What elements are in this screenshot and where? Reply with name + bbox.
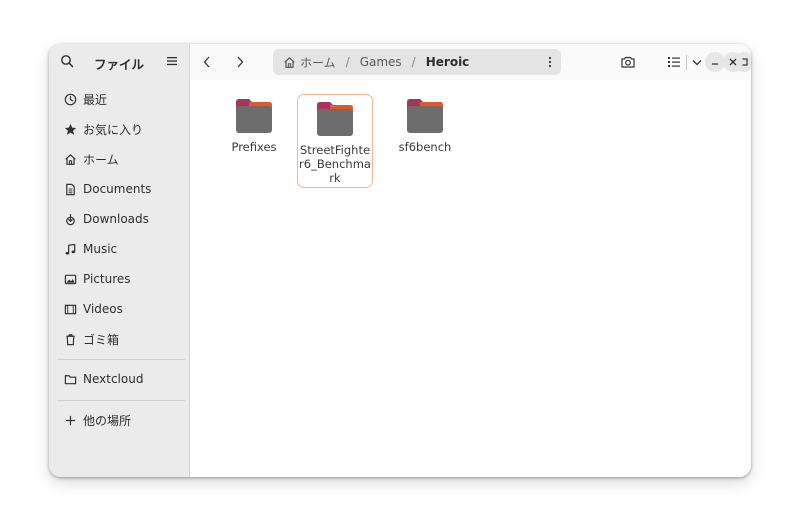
minimize-button[interactable] xyxy=(705,52,725,72)
sidebar-item-favorites[interactable]: お気に入り xyxy=(57,116,183,142)
download-icon xyxy=(63,212,77,226)
path-bar: ホーム / Games / Heroic xyxy=(273,49,561,75)
sidebar-item-pictures[interactable]: Pictures xyxy=(57,266,183,292)
sidebar-item-videos[interactable]: Videos xyxy=(57,296,183,322)
sidebar-item-label: ホーム xyxy=(83,152,119,167)
file-name: sf6bench xyxy=(398,140,452,154)
home-icon xyxy=(63,152,77,166)
file-manager-window: ファイル 最近 お気に入り ホーム Documents Downloads Mu… xyxy=(49,44,751,477)
sidebar-item-label: Nextcloud xyxy=(83,372,144,386)
breadcrumb-current[interactable]: Heroic xyxy=(426,55,470,69)
folder-icon xyxy=(63,372,77,386)
star-icon xyxy=(63,122,77,136)
sidebar-item-label: Downloads xyxy=(83,212,149,226)
sidebar-item-label: Documents xyxy=(83,182,152,196)
file-name: StreetFighter6_Benchmark xyxy=(299,143,371,185)
search-files-button[interactable] xyxy=(617,51,639,73)
hamburger-menu-icon[interactable] xyxy=(164,53,180,69)
breadcrumb-home[interactable]: ホーム xyxy=(283,54,336,71)
sidebar-item-downloads[interactable]: Downloads xyxy=(57,206,183,232)
app-title: ファイル xyxy=(93,57,144,72)
folder-icon xyxy=(406,98,444,134)
close-button[interactable] xyxy=(723,52,743,72)
forward-button[interactable] xyxy=(229,51,251,73)
toolbar: ホーム / Games / Heroic xyxy=(190,44,751,80)
sidebar-item-label: Videos xyxy=(83,302,123,316)
more-options-icon[interactable] xyxy=(547,54,553,70)
clock-icon xyxy=(63,92,77,106)
sidebar-item-label: Music xyxy=(83,242,118,256)
breadcrumb-label: ホーム xyxy=(300,55,336,70)
list-view-button[interactable] xyxy=(663,51,685,73)
sidebar-item-other-locations[interactable]: 他の場所 xyxy=(57,407,183,433)
sidebar-item-label: 他の場所 xyxy=(83,413,132,428)
file-item[interactable]: sf6bench xyxy=(387,92,463,186)
breadcrumb-separator: / xyxy=(345,55,350,69)
sidebar-item-label: ゴミ箱 xyxy=(83,332,120,347)
music-icon xyxy=(63,242,77,256)
sidebar-item-music[interactable]: Music xyxy=(57,236,183,262)
back-button[interactable] xyxy=(196,51,218,73)
sidebar-item-recent[interactable]: 最近 xyxy=(57,86,183,112)
sidebar-item-label: Pictures xyxy=(83,272,131,286)
document-icon xyxy=(63,182,77,196)
sidebar-item-nextcloud[interactable]: Nextcloud xyxy=(57,366,183,392)
file-item[interactable]: Prefixes xyxy=(216,92,292,186)
picture-icon xyxy=(63,272,77,286)
sidebar-item-trash[interactable]: ゴミ箱 xyxy=(57,326,183,352)
sidebar-item-label: お気に入り xyxy=(83,122,144,137)
plus-icon xyxy=(63,413,77,427)
sidebar-item-label: 最近 xyxy=(83,92,108,107)
main-content: ホーム / Games / Heroic Prefixes StreetFigh… xyxy=(190,44,751,477)
search-icon[interactable] xyxy=(59,53,75,69)
sidebar-item-home[interactable]: ホーム xyxy=(57,146,183,172)
file-item[interactable]: StreetFighter6_Benchmark xyxy=(297,94,373,188)
sidebar-divider xyxy=(57,359,185,360)
sidebar-item-documents[interactable]: Documents xyxy=(57,176,183,202)
folder-icon xyxy=(235,98,273,134)
trash-icon xyxy=(63,332,77,346)
home-icon xyxy=(283,56,296,69)
breadcrumb-games[interactable]: Games xyxy=(360,55,402,69)
sidebar-header: ファイル xyxy=(49,44,190,80)
video-icon xyxy=(63,302,77,316)
sidebar-divider xyxy=(57,400,185,401)
file-name: Prefixes xyxy=(231,140,277,154)
sidebar: ファイル 最近 お気に入り ホーム Documents Downloads Mu… xyxy=(49,44,190,477)
folder-icon xyxy=(316,101,354,137)
breadcrumb-separator: / xyxy=(411,55,416,69)
